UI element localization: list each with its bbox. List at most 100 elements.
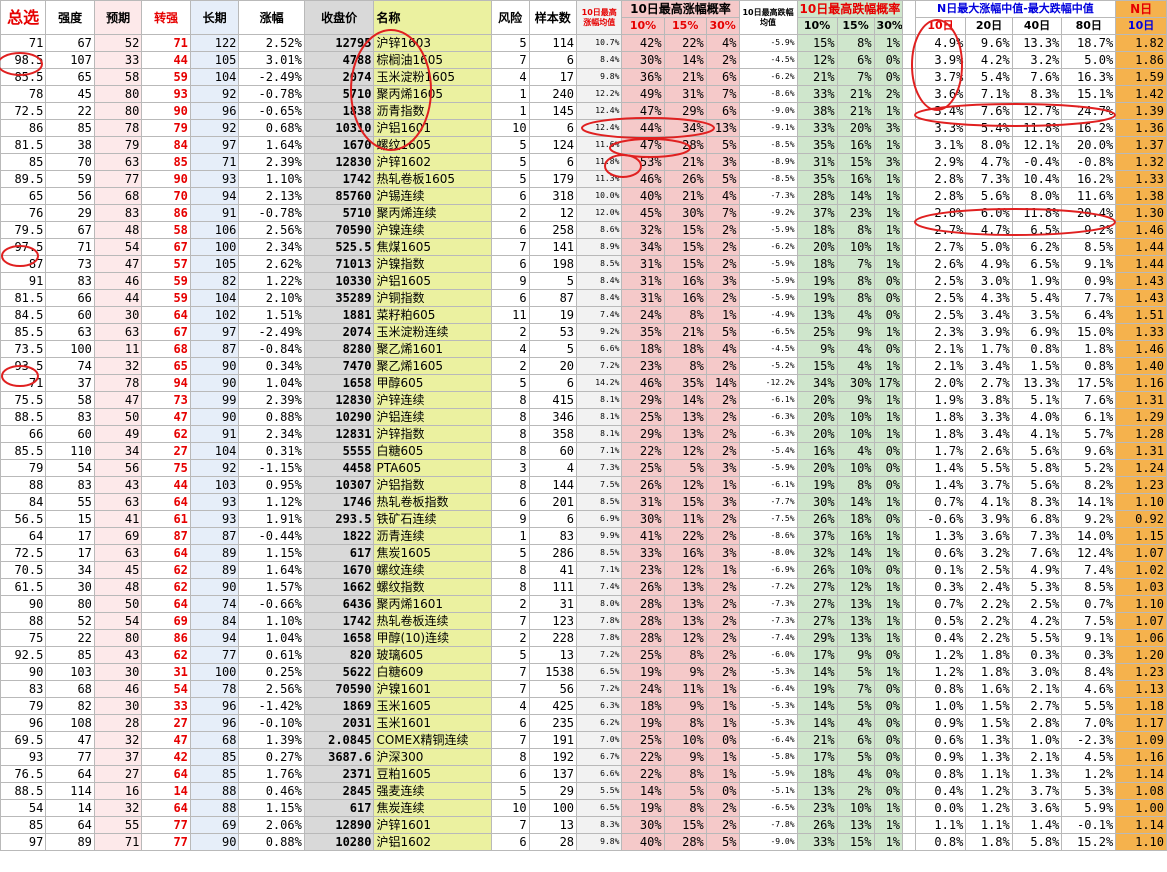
cell-last-10[interactable]: 1.02 bbox=[1115, 561, 1167, 579]
cell-samples[interactable]: 318 bbox=[528, 187, 578, 205]
cell-name[interactable]: 沪铜指数 bbox=[373, 289, 492, 307]
cell-max-up-median[interactable]: 6.3% bbox=[576, 697, 623, 715]
cell-up-30[interactable]: 1% bbox=[705, 697, 740, 715]
cell-strength[interactable]: 67 bbox=[45, 221, 95, 239]
cell-max-down-median[interactable]: -12.2% bbox=[738, 374, 798, 392]
cell-total[interactable]: 98.5 bbox=[0, 51, 47, 69]
cell-n40[interactable]: 3.0% bbox=[1011, 663, 1063, 681]
cell-expect[interactable]: 34 bbox=[93, 442, 143, 460]
cell-turn[interactable]: 79 bbox=[141, 119, 191, 137]
cell-up-10[interactable]: 46% bbox=[621, 374, 665, 392]
cell-n40[interactable]: 7.6% bbox=[1011, 68, 1063, 86]
cell-close[interactable]: 1881 bbox=[303, 306, 375, 324]
cell-n40[interactable]: 5.1% bbox=[1011, 391, 1063, 409]
cell-samples[interactable]: 17 bbox=[528, 68, 578, 86]
cell-total[interactable]: 76.5 bbox=[0, 765, 47, 783]
cell-long[interactable]: 93 bbox=[189, 493, 240, 511]
cell-total[interactable]: 97 bbox=[0, 833, 47, 851]
cell-n40[interactable]: 4.0% bbox=[1011, 408, 1063, 426]
cell-down-15[interactable]: 4% bbox=[836, 714, 875, 732]
cell-long[interactable]: 88 bbox=[189, 799, 240, 817]
cell-total[interactable]: 89.5 bbox=[0, 170, 47, 188]
cell-turn[interactable]: 62 bbox=[141, 646, 191, 664]
cell-n20[interactable]: 1.5% bbox=[965, 714, 1013, 732]
cell-n20[interactable]: 1.3% bbox=[965, 748, 1013, 766]
cell-max-up-median[interactable]: 7.2% bbox=[576, 646, 623, 664]
cell-samples[interactable]: 240 bbox=[528, 85, 578, 103]
cell-strength[interactable]: 83 bbox=[45, 408, 95, 426]
cell-down-15[interactable]: 14% bbox=[836, 187, 875, 205]
cell-risk[interactable]: 8 bbox=[490, 476, 530, 494]
cell-total[interactable]: 84 bbox=[0, 493, 47, 511]
cell-close[interactable]: 10310 bbox=[303, 119, 375, 137]
cell-last-10[interactable]: 1.82 bbox=[1115, 34, 1167, 52]
header-n-day-median[interactable]: N日最大涨幅中值-最大跌幅中值 bbox=[914, 0, 1117, 18]
cell-n40[interactable]: 1.9% bbox=[1011, 272, 1063, 290]
cell-up-10[interactable]: 25% bbox=[621, 646, 665, 664]
cell-strength[interactable]: 107 bbox=[45, 51, 95, 69]
cell-total[interactable]: 78 bbox=[0, 85, 47, 103]
table-row[interactable]: 75 22 80 86 94 1.04% 1658 甲醇(10)连续 2 228 7.8% 28% 12… bbox=[0, 629, 1167, 647]
table-row[interactable]: 88 83 43 44 103 0.95% 10307 沪铝指数 8 144 7.5% 26% 12% 1… bbox=[0, 476, 1167, 494]
cell-strength[interactable]: 77 bbox=[45, 748, 95, 766]
cell-n40[interactable]: 11.8% bbox=[1011, 119, 1063, 137]
cell-last-10[interactable]: 1.33 bbox=[1115, 323, 1167, 341]
cell-max-up-median[interactable]: 6.7% bbox=[576, 748, 623, 766]
cell-n40[interactable]: 5.5% bbox=[1011, 629, 1063, 647]
table-row[interactable]: 79 54 56 75 92 -1.15% 4458 PTA605 3 4 7.3% 25% 5% 3% -… bbox=[0, 459, 1167, 477]
cell-expect[interactable]: 52 bbox=[93, 34, 143, 52]
cell-name[interactable]: 沪锡连续 bbox=[373, 187, 492, 205]
cell-turn[interactable]: 62 bbox=[141, 561, 191, 579]
cell-up-10[interactable]: 30% bbox=[621, 51, 665, 69]
cell-risk[interactable]: 4 bbox=[490, 68, 530, 86]
cell-up-30[interactable]: 1% bbox=[705, 748, 740, 766]
cell-n80[interactable]: 1.2% bbox=[1061, 765, 1117, 783]
cell-max-down-median[interactable]: -8.9% bbox=[738, 153, 798, 171]
cell-expect[interactable]: 48 bbox=[93, 221, 143, 239]
cell-n80[interactable]: 15.1% bbox=[1061, 85, 1117, 103]
cell-max-up-median[interactable]: 7.0% bbox=[576, 731, 623, 749]
cell-name[interactable]: 聚乙烯1601 bbox=[373, 340, 492, 358]
cell-name[interactable]: 沪锌1602 bbox=[373, 153, 492, 171]
cell-strength[interactable]: 71 bbox=[45, 238, 95, 256]
cell-n40[interactable]: 3.6% bbox=[1011, 799, 1063, 817]
cell-max-up-median[interactable]: 8.4% bbox=[576, 51, 623, 69]
cell-up-30[interactable]: 3% bbox=[705, 459, 740, 477]
cell-close[interactable]: 5710 bbox=[303, 204, 375, 222]
header-turn[interactable]: 转强 bbox=[141, 0, 191, 35]
cell-name[interactable]: 热轧卷板指数 bbox=[373, 493, 492, 511]
cell-up-30[interactable]: 2% bbox=[705, 289, 740, 307]
cell-max-down-median[interactable]: -5.9% bbox=[738, 272, 798, 290]
cell-max-up-median[interactable]: 8.1% bbox=[576, 391, 623, 409]
cell-up-30[interactable]: 3% bbox=[705, 272, 740, 290]
cell-last-10[interactable]: 1.18 bbox=[1115, 697, 1167, 715]
cell-turn[interactable]: 84 bbox=[141, 136, 191, 154]
cell-close[interactable]: 35289 bbox=[303, 289, 375, 307]
cell-down-10[interactable]: 33% bbox=[796, 833, 838, 851]
cell-n10[interactable]: 1.2% bbox=[914, 663, 967, 681]
cell-strength[interactable]: 58 bbox=[45, 391, 95, 409]
cell-up-10[interactable]: 14% bbox=[621, 782, 665, 800]
cell-last-10[interactable]: 1.31 bbox=[1115, 442, 1167, 460]
cell-max-down-median[interactable]: -4.5% bbox=[738, 340, 798, 358]
cell-down-15[interactable]: 15% bbox=[836, 833, 875, 851]
cell-n10[interactable]: 0.0% bbox=[914, 799, 967, 817]
table-row[interactable]: 66 60 49 62 91 2.34% 12831 沪锌指数 8 358 8.1% 29% 13% 2%… bbox=[0, 425, 1167, 443]
header-samples[interactable]: 样本数 bbox=[528, 0, 578, 35]
cell-up-15[interactable]: 9% bbox=[663, 663, 707, 681]
cell-samples[interactable]: 28 bbox=[528, 833, 578, 851]
cell-up-10[interactable]: 23% bbox=[621, 357, 665, 375]
table-row[interactable]: 75.5 58 47 73 99 2.39% 12830 沪锌连续 8 415 8.1% 29% 14%… bbox=[0, 391, 1167, 409]
cell-turn[interactable]: 64 bbox=[141, 765, 191, 783]
cell-expect[interactable]: 32 bbox=[93, 799, 143, 817]
cell-up-30[interactable]: 2% bbox=[705, 646, 740, 664]
cell-risk[interactable]: 8 bbox=[490, 578, 530, 596]
cell-close[interactable]: 12830 bbox=[303, 153, 375, 171]
cell-n20[interactable]: 3.4% bbox=[965, 357, 1013, 375]
cell-max-up-median[interactable]: 12.4% bbox=[576, 102, 623, 120]
cell-expect[interactable]: 80 bbox=[93, 629, 143, 647]
cell-up-15[interactable]: 15% bbox=[663, 493, 707, 511]
cell-long[interactable]: 92 bbox=[189, 459, 240, 477]
cell-down-10[interactable]: 19% bbox=[796, 476, 838, 494]
cell-n40[interactable]: 2.7% bbox=[1011, 697, 1063, 715]
